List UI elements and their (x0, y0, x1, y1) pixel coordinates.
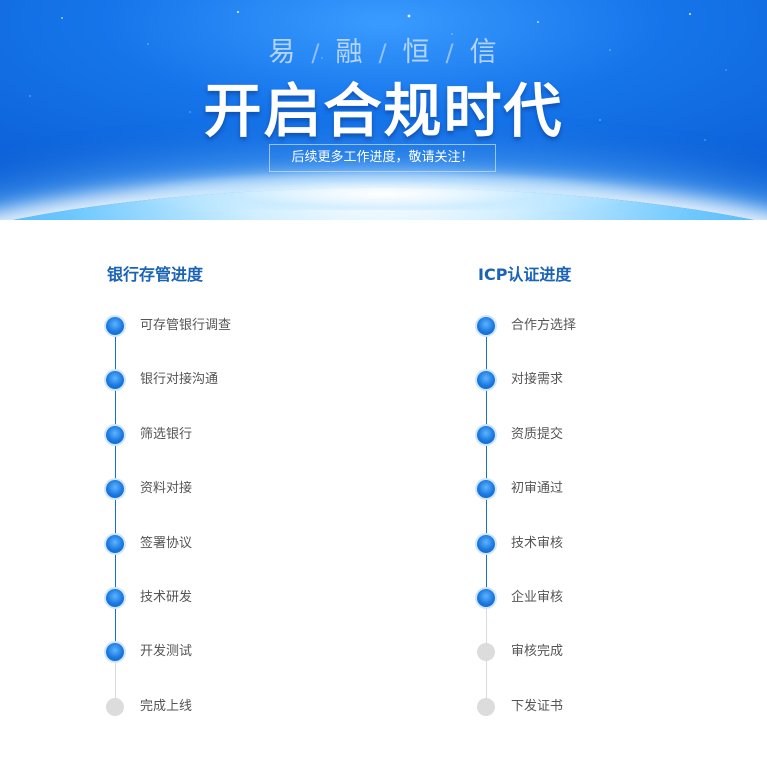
step-label: 企业审核 (511, 590, 564, 605)
step-label: 对接需求 (511, 372, 564, 388)
step-pending-dot-icon (477, 643, 495, 662)
column-title: 银行存管进度 (107, 265, 204, 284)
banner-notice: 后续更多工作进度，敬请关注！ (269, 144, 496, 172)
step-label: 审核完成 (511, 644, 564, 660)
step-complete-dot-icon (477, 534, 495, 553)
step-complete-dot-icon (106, 589, 124, 607)
step-label: 初审通过 (511, 481, 564, 497)
column-title: ICP认证进度 (478, 265, 572, 284)
step-label: 资质提交 (511, 426, 564, 442)
step-label: 开发测试 (140, 644, 193, 660)
step-complete-dot-icon (106, 371, 124, 390)
step-complete-dot-icon (477, 480, 495, 499)
step-pending-dot-icon (477, 697, 495, 716)
step-label: 筛选银行 (140, 426, 193, 442)
banner-title: 开启合规时代 (203, 77, 564, 145)
step-pending-dot-icon (106, 697, 124, 716)
brand-separator: / (445, 39, 456, 67)
step-label: 资料对接 (140, 481, 193, 497)
step-complete-dot-icon (477, 589, 495, 607)
step-complete-dot-icon (106, 317, 124, 335)
step-label: 完成上线 (140, 698, 193, 714)
step-label: 技术审核 (511, 535, 564, 551)
step-label: 下发证书 (511, 698, 564, 714)
step-complete-dot-icon (477, 371, 495, 390)
hero-banner: 易 / 融 / 恒 / 信 开启合规时代 后续更多工作进度，敬请关注！ (0, 0, 767, 220)
step-complete-dot-icon (477, 425, 495, 444)
timeline-track (486, 326, 487, 598)
step-label: 签署协议 (140, 535, 193, 551)
step-complete-dot-icon (106, 534, 124, 553)
step-complete-dot-icon (106, 425, 124, 444)
step-complete-dot-icon (106, 643, 124, 662)
horizon-glow (120, 170, 647, 210)
brand-separator: / (378, 39, 389, 67)
step-label: 技术研发 (140, 590, 193, 605)
step-label: 合作方选择 (511, 318, 577, 333)
step-label: 可存管银行调查 (140, 318, 232, 333)
step-complete-dot-icon (477, 317, 495, 335)
brand-separator: / (311, 39, 322, 67)
step-label: 银行对接沟通 (140, 372, 219, 388)
step-complete-dot-icon (106, 480, 124, 499)
